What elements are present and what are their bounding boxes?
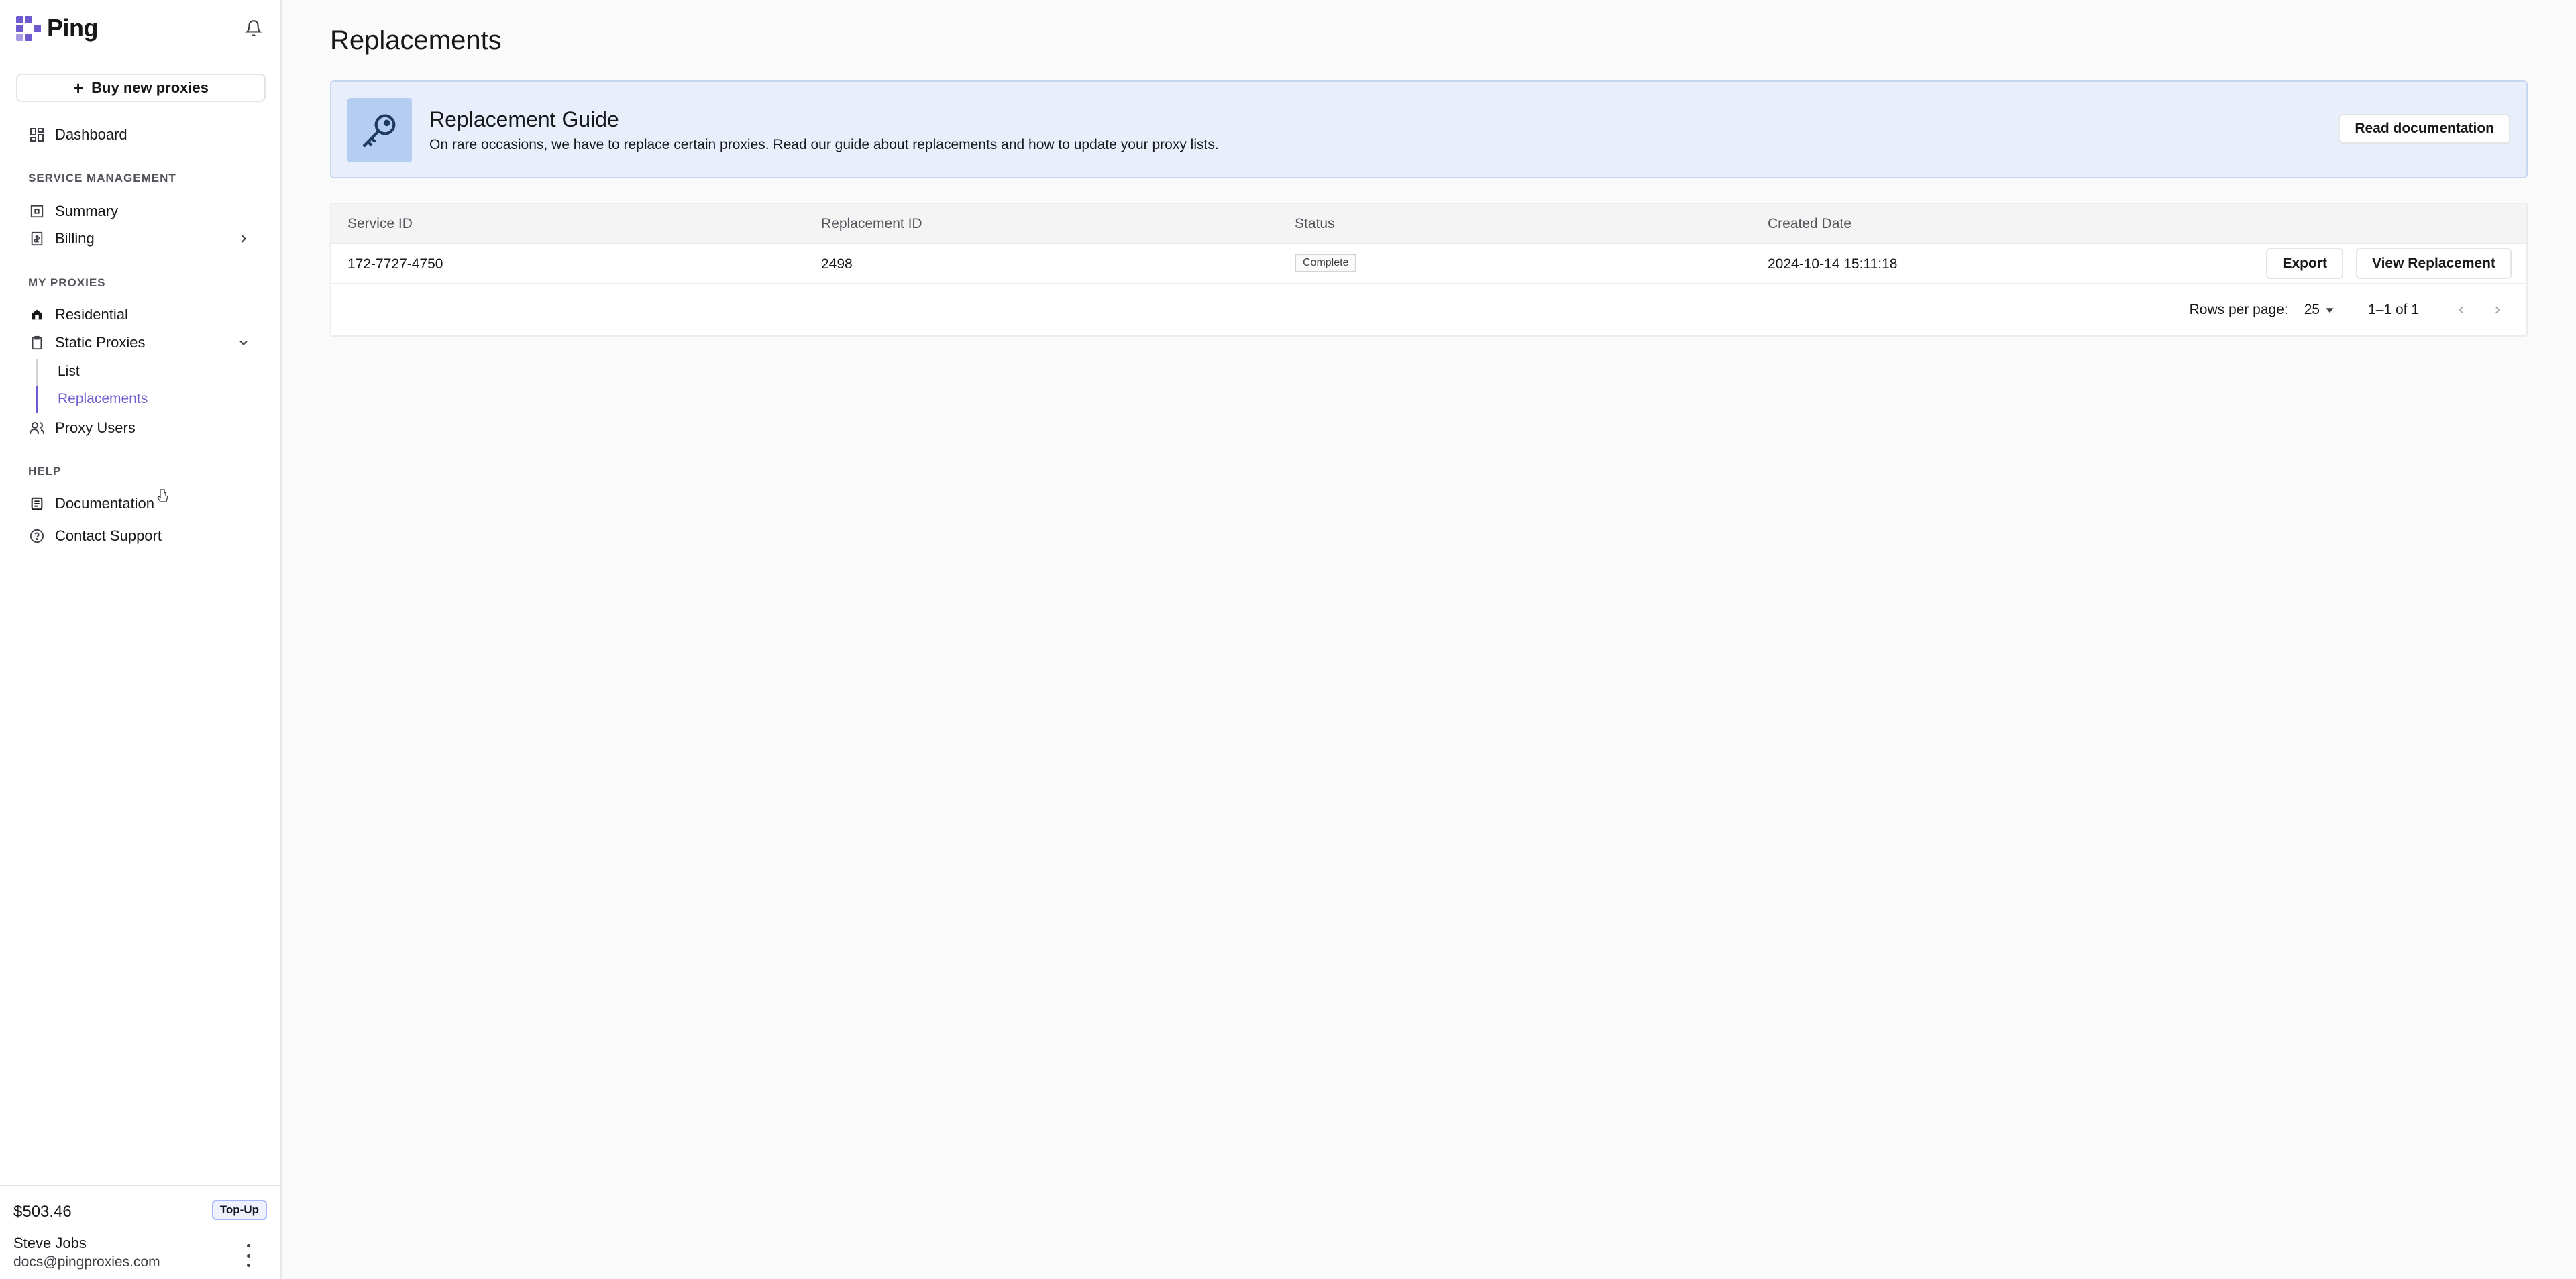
status-badge: Complete bbox=[1295, 254, 1357, 272]
buy-button-label: Buy new proxies bbox=[91, 79, 209, 96]
bell-icon[interactable] bbox=[241, 16, 266, 40]
sidebar-item-static-proxies[interactable]: Static Proxies bbox=[28, 329, 146, 356]
guide-description: On rare occasions, we have to replace ce… bbox=[429, 137, 1219, 152]
pagination-range: 1–1 of 1 bbox=[2368, 302, 2419, 317]
main-content: Replacements Replacement Guide On rare o… bbox=[282, 0, 2576, 1279]
table-header: Service ID Replacement ID Status Created… bbox=[331, 204, 2526, 244]
section-label-proxies: MY PROXIES bbox=[28, 276, 106, 289]
column-header-status[interactable]: Status bbox=[1295, 216, 1335, 232]
section-label-help: HELP bbox=[28, 465, 62, 478]
buy-new-proxies-button[interactable]: + Buy new proxies bbox=[16, 74, 266, 102]
rows-per-page-select[interactable]: 25 bbox=[2304, 302, 2334, 318]
more-vertical-icon[interactable] bbox=[241, 1244, 255, 1267]
caret-down-icon bbox=[2326, 308, 2334, 313]
sidebar-item-label: Static Proxies bbox=[55, 334, 146, 351]
account-panel: $503.46 Top-Up Steve Jobs docs@pingproxi… bbox=[0, 1185, 282, 1279]
dashboard-icon bbox=[28, 126, 46, 144]
topup-button[interactable]: Top-Up bbox=[211, 1200, 267, 1220]
sidebar-item-label: Proxy Users bbox=[55, 419, 136, 436]
sidebar-subitem-list[interactable]: List bbox=[58, 364, 80, 380]
user-name: Steve Jobs bbox=[13, 1235, 87, 1252]
guide-title: Replacement Guide bbox=[429, 107, 619, 131]
logo[interactable]: Ping bbox=[16, 14, 99, 42]
chevron-right-icon[interactable] bbox=[235, 230, 252, 247]
book-icon bbox=[28, 495, 46, 512]
table-row[interactable]: 172-7727-4750 2498 Complete 2024-10-14 1… bbox=[331, 244, 2526, 284]
rows-per-page-label: Rows per page: bbox=[2189, 302, 2288, 317]
pagination: Rows per page: 25 1–1 of 1 bbox=[2190, 296, 2508, 323]
sidebar-item-label: Summary bbox=[55, 203, 119, 219]
subnav-active-indicator bbox=[36, 386, 38, 413]
summary-icon bbox=[28, 203, 46, 220]
view-replacement-button[interactable]: View Replacement bbox=[2355, 248, 2512, 279]
sidebar-item-proxy-users[interactable]: Proxy Users bbox=[28, 414, 136, 441]
column-header-service-id[interactable]: Service ID bbox=[347, 216, 413, 232]
users-icon bbox=[28, 419, 46, 437]
sidebar-item-billing[interactable]: Billing bbox=[28, 225, 252, 252]
ping-logo-icon bbox=[16, 16, 41, 41]
billing-icon bbox=[28, 230, 46, 247]
sidebar-item-label: Documentation bbox=[55, 495, 154, 512]
key-icon bbox=[347, 98, 412, 162]
clipboard-icon bbox=[28, 334, 46, 351]
cell-created-date: 2024-10-14 15:11:18 bbox=[1768, 256, 1898, 272]
chevron-right-icon[interactable] bbox=[2487, 300, 2508, 320]
section-label-service: SERVICE MANAGEMENT bbox=[28, 172, 176, 184]
account-balance: $503.46 bbox=[13, 1203, 72, 1221]
chevron-down-icon[interactable] bbox=[235, 334, 252, 351]
sidebar: Ping + Buy new proxies Dashboard SERVICE… bbox=[0, 0, 282, 1279]
sidebar-item-documentation[interactable]: Documentation bbox=[28, 490, 154, 517]
subnav-line bbox=[36, 359, 38, 386]
chevron-left-icon[interactable] bbox=[2451, 300, 2471, 320]
rows-per-page-value: 25 bbox=[2304, 302, 2320, 317]
read-documentation-button[interactable]: Read documentation bbox=[2339, 114, 2510, 144]
help-circle-icon bbox=[28, 527, 46, 545]
home-icon bbox=[28, 306, 46, 323]
replacement-guide-banner: Replacement Guide On rare occasions, we … bbox=[330, 80, 2528, 178]
export-button[interactable]: Export bbox=[2266, 248, 2343, 279]
sidebar-item-label: Billing bbox=[55, 230, 95, 247]
plus-icon: + bbox=[72, 78, 84, 98]
logo-row: Ping bbox=[16, 14, 266, 42]
sidebar-item-label: Contact Support bbox=[55, 527, 162, 544]
sidebar-item-dashboard[interactable]: Dashboard bbox=[28, 121, 127, 148]
app-name: Ping bbox=[47, 14, 99, 42]
sidebar-item-summary[interactable]: Summary bbox=[28, 198, 118, 225]
sidebar-item-label: Dashboard bbox=[55, 126, 127, 143]
replacements-table: Service ID Replacement ID Status Created… bbox=[330, 203, 2528, 337]
column-header-replacement-id[interactable]: Replacement ID bbox=[821, 216, 922, 232]
column-header-created-date[interactable]: Created Date bbox=[1768, 216, 1851, 232]
sidebar-item-residential[interactable]: Residential bbox=[28, 301, 128, 328]
cell-replacement-id: 2498 bbox=[821, 256, 853, 272]
sidebar-item-contact-support[interactable]: Contact Support bbox=[28, 522, 162, 549]
sidebar-item-label: Residential bbox=[55, 306, 128, 323]
user-email: docs@pingproxies.com bbox=[13, 1254, 160, 1270]
cell-service-id: 172-7727-4750 bbox=[347, 256, 443, 272]
page-title: Replacements bbox=[330, 25, 502, 55]
sidebar-subitem-replacements[interactable]: Replacements bbox=[58, 391, 148, 407]
mouse-cursor-icon bbox=[157, 488, 169, 504]
